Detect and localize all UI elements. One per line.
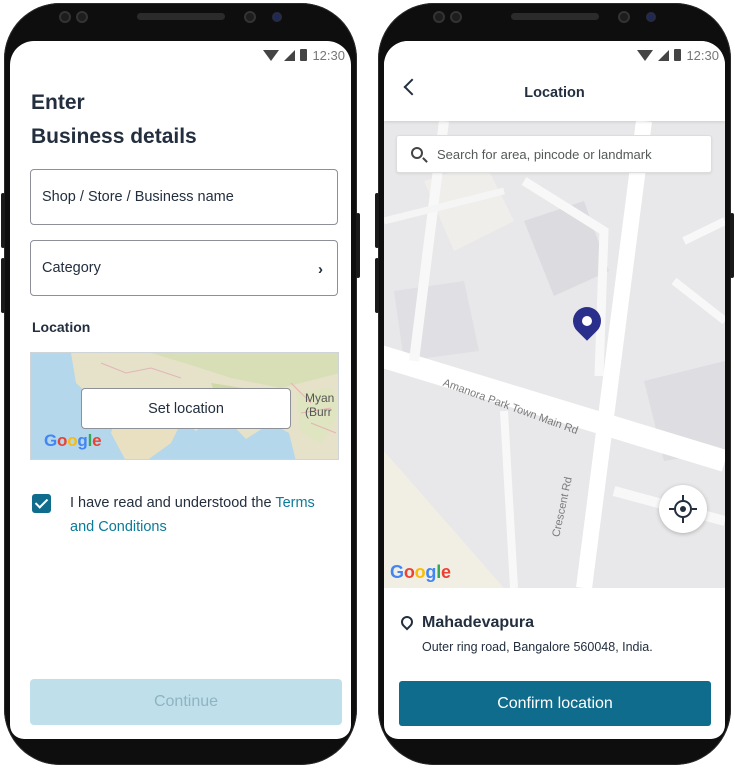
map-thumbnail[interactable]: Myan (Burr Set location Google	[30, 352, 339, 460]
terms-text: I have read and understood the Terms and…	[70, 491, 340, 539]
phone-frame-right: 12:30 Location Search for area, pincode …	[375, 3, 734, 765]
status-bar: 12:30	[263, 47, 345, 63]
front-camera-icon	[618, 11, 630, 23]
continue-button[interactable]: Continue	[30, 679, 342, 725]
battery-icon	[674, 49, 682, 61]
battery-icon	[300, 49, 308, 61]
category-label: Category	[42, 260, 101, 276]
search-placeholder: Search for area, pincode or landmark	[437, 146, 652, 162]
address-subtitle: Outer ring road, Bangalore 560048, India…	[422, 640, 653, 654]
cell-signal-icon	[284, 49, 296, 61]
sensor-icon	[59, 11, 71, 23]
wifi-icon	[263, 49, 280, 61]
location-outline-icon	[398, 613, 416, 631]
my-location-tick	[692, 508, 697, 510]
speaker-grille	[510, 13, 599, 20]
sensor-icon	[433, 11, 445, 23]
sensor-icon	[450, 11, 462, 23]
front-camera-icon	[244, 11, 256, 23]
my-location-tick	[682, 518, 684, 523]
speaker-grille	[136, 13, 225, 20]
location-section-label: Location	[32, 319, 91, 335]
location-screen: 12:30 Location Search for area, pincode …	[384, 41, 725, 739]
business-name-placeholder: Shop / Store / Business name	[42, 189, 234, 205]
my-location-button[interactable]	[659, 485, 707, 533]
power-button	[356, 213, 360, 278]
phone-frame-left: 12:30 Enter Business details Shop / Stor…	[1, 3, 360, 765]
search-icon	[411, 147, 423, 159]
map-country-label: Myan (Burr	[305, 391, 335, 419]
status-time: 12:30	[686, 47, 719, 63]
volume-button	[1, 258, 5, 313]
chevron-right-icon: ›	[318, 261, 323, 278]
volume-button	[375, 258, 379, 313]
my-location-tick	[669, 508, 674, 510]
volume-button	[1, 193, 5, 248]
terms-checkbox[interactable]	[32, 494, 51, 513]
sensor-icon	[76, 11, 88, 23]
volume-button	[375, 193, 379, 248]
wifi-icon	[637, 49, 654, 61]
set-location-button[interactable]: Set location	[81, 388, 291, 429]
google-logo: Google	[390, 562, 451, 582]
location-search-input[interactable]: Search for area, pincode or landmark	[396, 135, 712, 173]
location-page-title: Location	[524, 85, 585, 101]
category-field[interactable]: Category ›	[30, 240, 338, 296]
status-time: 12:30	[312, 47, 345, 63]
my-location-tick	[682, 495, 684, 500]
terms-prefix: I have read and understood the	[70, 495, 276, 511]
page-title-line1: Enter	[31, 91, 85, 114]
front-camera-icon	[272, 12, 282, 22]
location-header: 12:30 Location	[384, 41, 725, 121]
address-title: Mahadevapura	[422, 614, 535, 631]
business-name-field[interactable]: Shop / Store / Business name	[30, 169, 338, 225]
business-details-screen: 12:30 Enter Business details Shop / Stor…	[10, 41, 351, 739]
confirm-location-button[interactable]: Confirm location	[399, 681, 711, 726]
cell-signal-icon	[658, 49, 670, 61]
status-bar: 12:30	[637, 47, 719, 63]
page-title-line2: Business details	[31, 125, 197, 148]
front-camera-icon	[646, 12, 656, 22]
my-location-dot	[680, 506, 686, 512]
power-button	[730, 213, 734, 278]
google-logo: Google	[44, 431, 102, 450]
